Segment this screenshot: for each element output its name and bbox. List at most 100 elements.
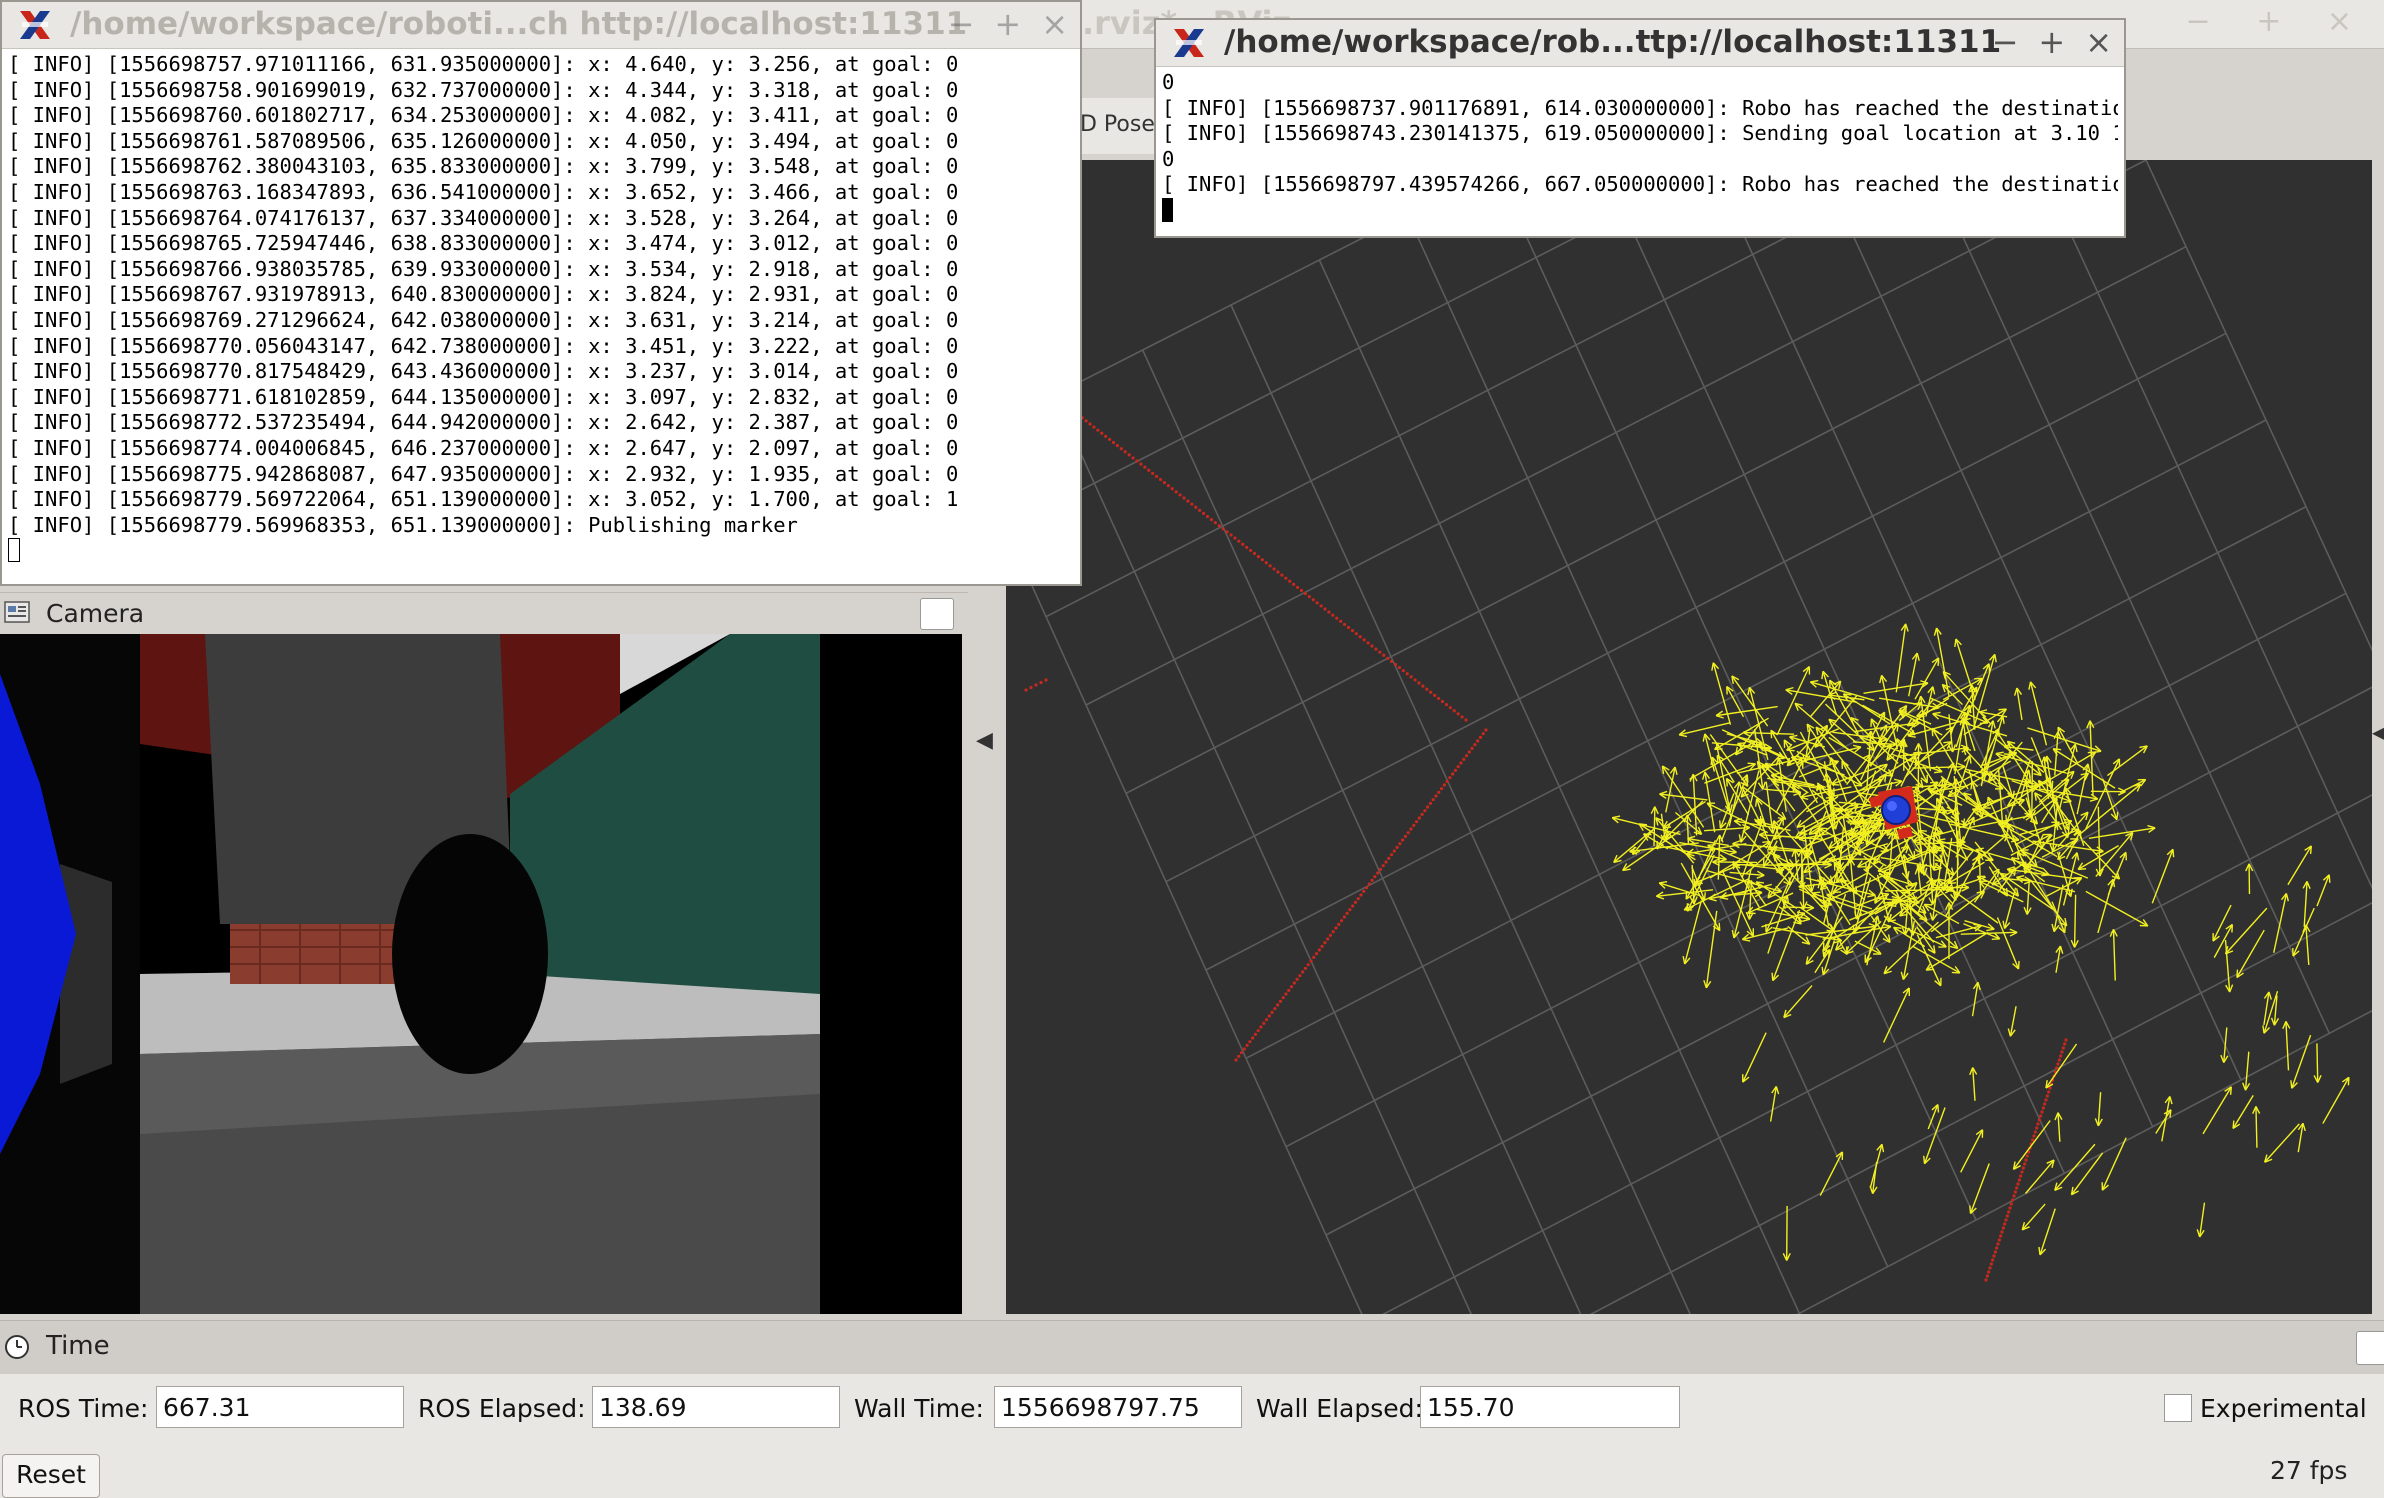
laser-point — [1256, 1029, 1260, 1033]
laser-point — [2056, 1062, 2060, 1066]
laser-point — [1303, 966, 1308, 970]
laser-point — [1440, 699, 1445, 704]
panel-splitter[interactable]: ◀ — [968, 560, 1004, 1314]
xterm-left-terminal-output[interactable]: [ INFO] [1556698757.971011166, 631.93500… — [8, 52, 1074, 578]
laser-point — [1350, 628, 1355, 633]
laser-point — [1311, 598, 1315, 602]
laser-point — [1123, 450, 1127, 454]
laser-point — [2012, 1194, 2016, 1198]
laser-point — [1425, 687, 1429, 691]
minimize-icon[interactable]: − — [1992, 23, 2019, 61]
laser-point — [1358, 635, 1362, 639]
laser-point — [2039, 1114, 2043, 1118]
laser-point — [2045, 1094, 2049, 1098]
laser-point — [1478, 735, 1483, 739]
laser-point — [2032, 1134, 2036, 1138]
laser-point — [2013, 1190, 2017, 1194]
laser-point — [1104, 434, 1108, 438]
close-icon[interactable]: × — [2085, 23, 2112, 61]
laser-point — [1370, 644, 1374, 648]
xterm-window-left[interactable]: /home/workspace/roboti...ch http://local… — [0, 0, 1082, 586]
laser-point — [1999, 1234, 2003, 1238]
terminal-line: [ INFO] [1556698779.569968353, 651.13900… — [8, 512, 798, 537]
laser-point — [1393, 662, 1398, 667]
laser-point — [1348, 908, 1352, 912]
minimize-icon[interactable]: − — [948, 5, 975, 43]
maximize-icon[interactable]: + — [994, 5, 1021, 43]
laser-point — [1131, 456, 1135, 460]
laser-point — [1256, 554, 1261, 559]
maximize-icon[interactable]: + — [2038, 23, 2065, 61]
laser-point — [1248, 548, 1253, 553]
laser-point — [1331, 613, 1335, 617]
laser-point — [1315, 601, 1319, 605]
terminal-line: [ INFO] [1556698765.725947446, 638.83300… — [8, 231, 959, 256]
laser-point — [2036, 1122, 2040, 1126]
laser-point — [1437, 790, 1441, 794]
xterm-left-title-bar[interactable]: /home/workspace/roboti...ch http://local… — [2, 2, 1080, 49]
laser-point — [1252, 551, 1257, 556]
time-panel-float-button[interactable] — [2356, 1331, 2384, 1365]
laser-point — [1281, 996, 1285, 1000]
laser-point — [2040, 1110, 2044, 1114]
laser-point — [1364, 886, 1369, 890]
laser-point — [1309, 959, 1313, 963]
laser-point — [1306, 963, 1310, 967]
laser-point — [1198, 508, 1202, 512]
laser-point — [2057, 1058, 2061, 1062]
3d-scene[interactable] — [1006, 160, 2372, 1314]
laser-point — [2020, 1170, 2024, 1174]
xterm-window-right[interactable]: /home/workspace/rob...ttp://localhost:11… — [1154, 18, 2126, 238]
laser-point — [1389, 659, 1394, 664]
laser-point — [2000, 1230, 2004, 1234]
laser-point — [1100, 431, 1104, 435]
laser-point — [1270, 1010, 1274, 1014]
close-icon[interactable]: × — [1041, 5, 1068, 43]
camera-panel-float-button[interactable] — [920, 598, 954, 630]
laser-point — [1327, 610, 1331, 614]
pose-estimate-tool-button[interactable]: D Pose — [1080, 112, 1155, 137]
rviz-3d-view[interactable] — [1006, 160, 2372, 1314]
ros-time-field[interactable]: 667.31 — [156, 1386, 404, 1428]
laser-point — [1374, 647, 1378, 651]
wall-elapsed-field[interactable]: 155.70 — [1420, 1386, 1680, 1428]
laser-point — [1378, 867, 1383, 871]
right-dock-strip[interactable]: ◀ — [2372, 160, 2384, 1314]
laser-point — [1417, 681, 1421, 685]
laser-point — [1201, 511, 1206, 516]
reset-button[interactable]: Reset — [2, 1454, 100, 1498]
laser-point — [1401, 838, 1405, 842]
laser-point — [1084, 419, 1088, 423]
laser-point — [1245, 545, 1249, 549]
laser-point — [1421, 684, 1425, 688]
experimental-checkbox[interactable] — [2164, 1394, 2192, 1422]
laser-point — [1241, 542, 1245, 546]
xterm-right-window-controls[interactable]: − + × — [1992, 23, 2112, 61]
laser-point — [1462, 757, 1466, 761]
laser-point — [1295, 977, 1299, 981]
laser-point — [1428, 801, 1433, 805]
laser-point — [1401, 669, 1405, 673]
xterm-left-window-controls[interactable]: − + × — [948, 5, 1068, 43]
camera-scene — [0, 634, 962, 1314]
laser-point — [1119, 447, 1123, 451]
collapse-left-arrow-icon[interactable]: ◀ — [976, 728, 993, 753]
laser-point — [2019, 1174, 2023, 1178]
collapse-right-arrow-icon[interactable]: ◀ — [2372, 720, 2384, 744]
xterm-right-title-bar[interactable]: /home/workspace/rob...ttp://localhost:11… — [1156, 20, 2124, 67]
wall-time-field[interactable]: 1556698797.75 — [994, 1386, 1242, 1428]
laser-point — [1221, 527, 1225, 531]
xterm-right-terminal-output[interactable]: 0[ INFO] [1556698737.901176891, 614.0300… — [1162, 70, 2118, 230]
laser-point — [1395, 845, 1399, 849]
laser-point — [1264, 1018, 1269, 1022]
rviz-window-controls[interactable]: − + × — [2186, 4, 2370, 39]
laser-point — [1143, 465, 1147, 469]
time-panel-body: ROS Time: 667.31 ROS Elapsed: 138.69 Wal… — [0, 1374, 2384, 1498]
ros-elapsed-field[interactable]: 138.69 — [592, 1386, 840, 1428]
laser-point — [1107, 437, 1112, 442]
ros-time-label: ROS Time: — [18, 1394, 149, 1423]
terminal-line: [ INFO] [1556698761.587089506, 635.12600… — [8, 128, 959, 153]
laser-point — [2063, 1042, 2067, 1046]
laser-point — [1096, 428, 1100, 432]
laser-point — [1295, 585, 1300, 590]
